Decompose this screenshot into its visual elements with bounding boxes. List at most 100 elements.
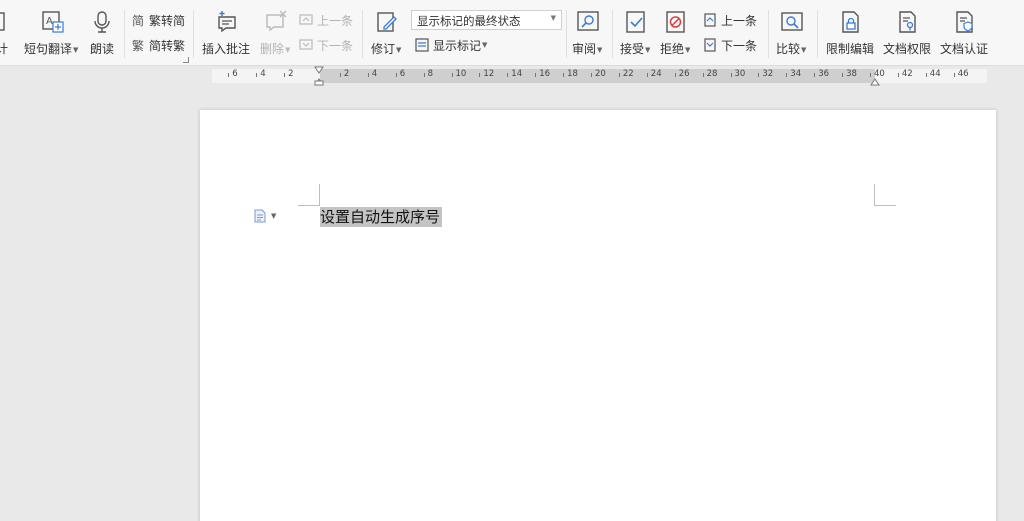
microphone-icon [94, 11, 110, 33]
track-changes-label: 修订▼ [371, 42, 402, 56]
next-comment-button[interactable]: 下一条 [299, 36, 353, 54]
ruler-right-label: 22 [622, 69, 634, 79]
ruler-right-label: 16 [539, 69, 551, 79]
ruler-right-label: 6 [399, 69, 406, 79]
ruler-right-label: 2 [343, 69, 350, 79]
accept-change-button[interactable]: 接受▼ [620, 0, 652, 56]
prev-change-label: 上一条 [721, 13, 758, 28]
checkmark-icon [626, 11, 645, 33]
ribbon-separator [817, 10, 818, 58]
ruler-right-label: 32 [762, 69, 774, 79]
ruler-right-label: 46 [957, 69, 969, 79]
partial-statistics-button[interactable]: 计 [0, 0, 16, 56]
prev-comment-label: 上一条 [317, 13, 354, 28]
right-indent-marker-icon[interactable] [870, 66, 880, 86]
svg-text:简: 简 [132, 14, 144, 27]
compare-button[interactable]: 比较▼ [776, 0, 808, 56]
accept-change-label: 接受▼ [620, 42, 651, 56]
document-page[interactable]: ▼ 设置自动生成序号 [200, 110, 996, 521]
ruler-tick [953, 73, 955, 77]
ruler-tick [842, 73, 844, 77]
review-pane-button[interactable]: 审阅▼ [572, 0, 604, 56]
insert-comment-button[interactable]: 插入批注 [202, 0, 252, 56]
next-comment-label: 下一条 [317, 38, 354, 53]
ruler-tick [479, 73, 481, 77]
key-document-icon [899, 11, 916, 33]
prev-change-button[interactable]: 上一条 [703, 11, 757, 29]
ruler-tick [925, 73, 927, 77]
prev-comment-button[interactable]: 上一条 [299, 11, 353, 29]
ruler-right-label: 24 [650, 69, 662, 79]
chevron-down-icon: ▼ [550, 14, 556, 22]
ruler-tick [702, 73, 704, 77]
ruler-tick [563, 73, 565, 77]
next-change-button[interactable]: 下一条 [703, 36, 757, 54]
group-launcher-icon[interactable] [183, 57, 189, 63]
ruler-right-label: 10 [455, 69, 467, 79]
partial-statistics-label: 计 [0, 42, 9, 56]
ruler-right-label: 38 [846, 69, 857, 79]
ruler-right-label: 14 [511, 69, 523, 79]
ruler-right-label: 20 [595, 69, 606, 79]
doc-certification-label: 文档认证 [940, 42, 989, 56]
indent-marker-icon[interactable] [314, 66, 324, 86]
paragraph-handle[interactable]: ▼ [253, 208, 279, 224]
short-translate-label: 短句翻译▼ [24, 42, 79, 56]
simp-to-trad-icon: 繁 [132, 38, 144, 52]
ruler-right-label: 30 [734, 69, 746, 79]
ruler-right-label: 42 [901, 69, 913, 79]
trad-to-simp-button[interactable]: 简 繁转简 [131, 11, 185, 29]
translate-icon: A [42, 11, 64, 33]
doc-permissions-label: 文档权限 [883, 42, 932, 56]
ribbon-separator [566, 10, 567, 58]
ruler-tick [535, 73, 537, 77]
paragraph-layout-icon [254, 209, 266, 223]
restrict-editing-button[interactable]: 限制编辑 [826, 0, 876, 56]
reject-icon [666, 11, 685, 33]
markup-state-value: 显示标记的最终状态 [417, 14, 521, 28]
ruler-left-label: 4 [260, 69, 266, 79]
doc-permissions-button[interactable]: 文档权限 [883, 0, 933, 56]
ribbon-separator [768, 10, 769, 58]
ruler-right-label: 36 [818, 69, 830, 79]
doc-certification-button[interactable]: 文档认证 [940, 0, 990, 56]
read-aloud-button[interactable]: 朗读 [89, 0, 115, 56]
simp-to-trad-label: 简转繁 [149, 38, 186, 53]
show-markup-button[interactable]: 显示标记 ▼ [415, 36, 487, 54]
simp-to-trad-button[interactable]: 繁 简转繁 [131, 36, 185, 54]
ruler-tick [897, 73, 899, 77]
trad-to-simp-icon: 简 [132, 14, 144, 27]
markup-state-dropdown[interactable]: 显示标记的最终状态 ▼ [411, 10, 562, 30]
read-aloud-label: 朗读 [90, 42, 115, 56]
document-icon [0, 12, 5, 31]
track-changes-button[interactable]: 修订▼ [371, 0, 403, 56]
ruler-right-label: 28 [706, 69, 718, 79]
shield-document-icon [956, 11, 973, 33]
ruler-right-label: 26 [678, 69, 690, 79]
reject-change-button[interactable]: 拒绝▼ [660, 0, 692, 56]
review-ribbon: 计 A 短句翻译▼ 朗读 简 繁转简 繁 简转繁 插入批注 删除▼ 上一条 下一… [0, 0, 1024, 66]
insert-comment-label: 插入批注 [202, 42, 251, 56]
ruler-tick [814, 73, 816, 77]
selected-paragraph-text[interactable]: 设置自动生成序号 [320, 207, 443, 227]
delete-comment-icon [266, 10, 287, 32]
ribbon-separator [362, 10, 363, 58]
short-translate-button[interactable]: A 短句翻译▼ [24, 0, 82, 56]
delete-comment-button[interactable]: 删除▼ [260, 0, 292, 56]
trad-to-simp-label: 繁转简 [149, 13, 186, 28]
ruler-tick [591, 73, 592, 77]
ruler-right-label: 44 [929, 69, 941, 79]
ruler-right-label: 34 [790, 69, 802, 79]
ruler-tick [618, 73, 620, 77]
review-pane-icon [577, 11, 599, 31]
next-change-label: 下一条 [721, 38, 758, 53]
margin-corner-top-left [298, 184, 320, 206]
ruler-tick [256, 73, 258, 77]
ruler-left-label: 2 [288, 69, 294, 79]
margin-corner-top-right [874, 184, 896, 206]
next-change-icon [704, 38, 716, 52]
ruler-tick [284, 73, 286, 77]
restrict-editing-label: 限制编辑 [826, 42, 875, 56]
reject-change-label: 拒绝▼ [660, 42, 691, 56]
horizontal-ruler[interactable]: 6 4 2 2 4 6 8 10 12 14 16 18 20 22 24 26 28 30 32 34 36 38 40 4… [0, 66, 1024, 86]
